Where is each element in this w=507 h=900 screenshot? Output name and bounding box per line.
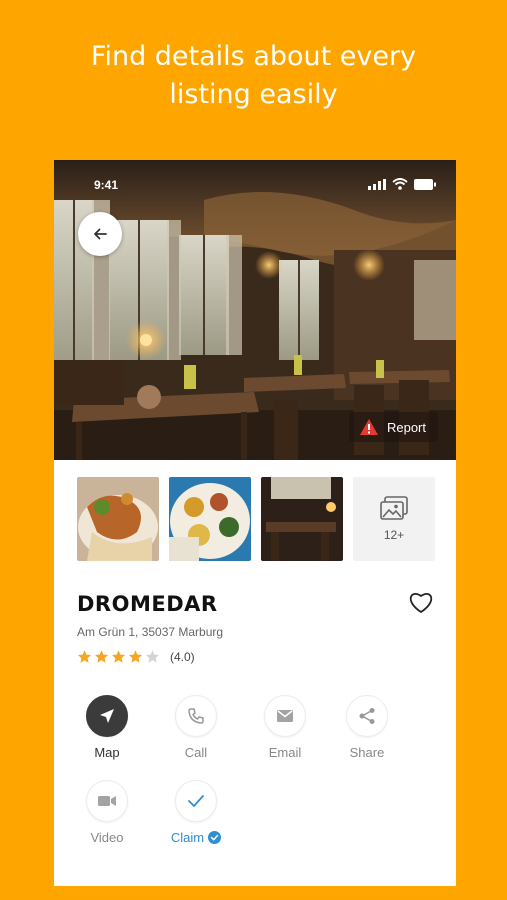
email-action[interactable]: Email <box>245 695 325 760</box>
promo-headline-line1: Find details about every <box>90 41 417 72</box>
claim-label: Claim <box>170 830 205 845</box>
battery-icon <box>414 178 436 190</box>
photo-gallery: 12+ <box>77 477 435 561</box>
warning-icon <box>359 419 378 435</box>
checkmark-icon <box>188 795 204 807</box>
share-label: Share <box>349 745 385 760</box>
verified-badge-icon <box>208 831 222 844</box>
claim-button[interactable] <box>175 780 217 822</box>
star-empty-icon <box>145 650 160 663</box>
favorite-button[interactable] <box>408 590 434 619</box>
gallery-more-count: 12+ <box>383 528 405 542</box>
share-button[interactable] <box>346 695 388 737</box>
star-filled-icon <box>94 650 109 663</box>
video-camera-icon <box>98 796 116 806</box>
images-icon <box>380 496 408 520</box>
video-action[interactable]: Video <box>67 780 147 845</box>
rating: (4.0) <box>77 649 195 664</box>
star-filled-icon <box>111 650 126 663</box>
back-button[interactable] <box>78 212 122 256</box>
status-icons <box>368 178 436 190</box>
star-filled-icon <box>77 650 92 663</box>
email-button[interactable] <box>264 695 306 737</box>
interior-photo <box>261 477 343 561</box>
report-label: Report <box>386 419 426 435</box>
phone-screen: 9:41 Report 12+ DROMEDAR Am Grün 1, 3503… <box>54 160 456 886</box>
gallery-thumbnail[interactable] <box>261 477 343 561</box>
share-icon <box>359 708 375 724</box>
food-photo-1 <box>77 477 159 561</box>
star-filled-icon <box>128 650 143 663</box>
report-button[interactable]: Report <box>348 412 438 442</box>
arrow-left-icon <box>94 228 107 240</box>
phone-icon <box>188 708 204 724</box>
rating-value: (4.0) <box>170 649 195 664</box>
video-button[interactable] <box>86 780 128 822</box>
call-action[interactable]: Call <box>156 695 236 760</box>
signal-icon <box>368 178 386 190</box>
email-label: Email <box>268 745 302 760</box>
navigation-icon <box>100 709 114 723</box>
share-action[interactable]: Share <box>327 695 407 760</box>
gallery-thumbnail[interactable] <box>77 477 159 561</box>
promo-headline: Find details about every listing easily <box>0 38 507 114</box>
status-time: 9:41 <box>94 178 119 192</box>
heart-icon <box>409 593 433 613</box>
food-photo-2 <box>169 477 251 561</box>
claim-action[interactable]: Claim <box>156 780 236 845</box>
promo-headline-line2: listing easily <box>169 79 338 110</box>
map-button[interactable] <box>86 695 128 737</box>
map-action[interactable]: Map <box>67 695 147 760</box>
call-button[interactable] <box>175 695 217 737</box>
map-label: Map <box>94 745 120 760</box>
listing-address: Am Grün 1, 35037 Marburg <box>77 625 224 639</box>
call-label: Call <box>184 745 208 760</box>
rating-stars <box>77 649 160 664</box>
claim-label-group: Claim <box>170 830 222 845</box>
wifi-icon <box>392 178 408 190</box>
gallery-thumbnail[interactable] <box>169 477 251 561</box>
gallery-more-button[interactable]: 12+ <box>353 477 435 561</box>
hero-photo: 9:41 Report <box>54 160 456 460</box>
mail-icon <box>277 710 293 722</box>
listing-title: DROMEDAR <box>77 592 218 616</box>
video-label: Video <box>90 830 124 845</box>
